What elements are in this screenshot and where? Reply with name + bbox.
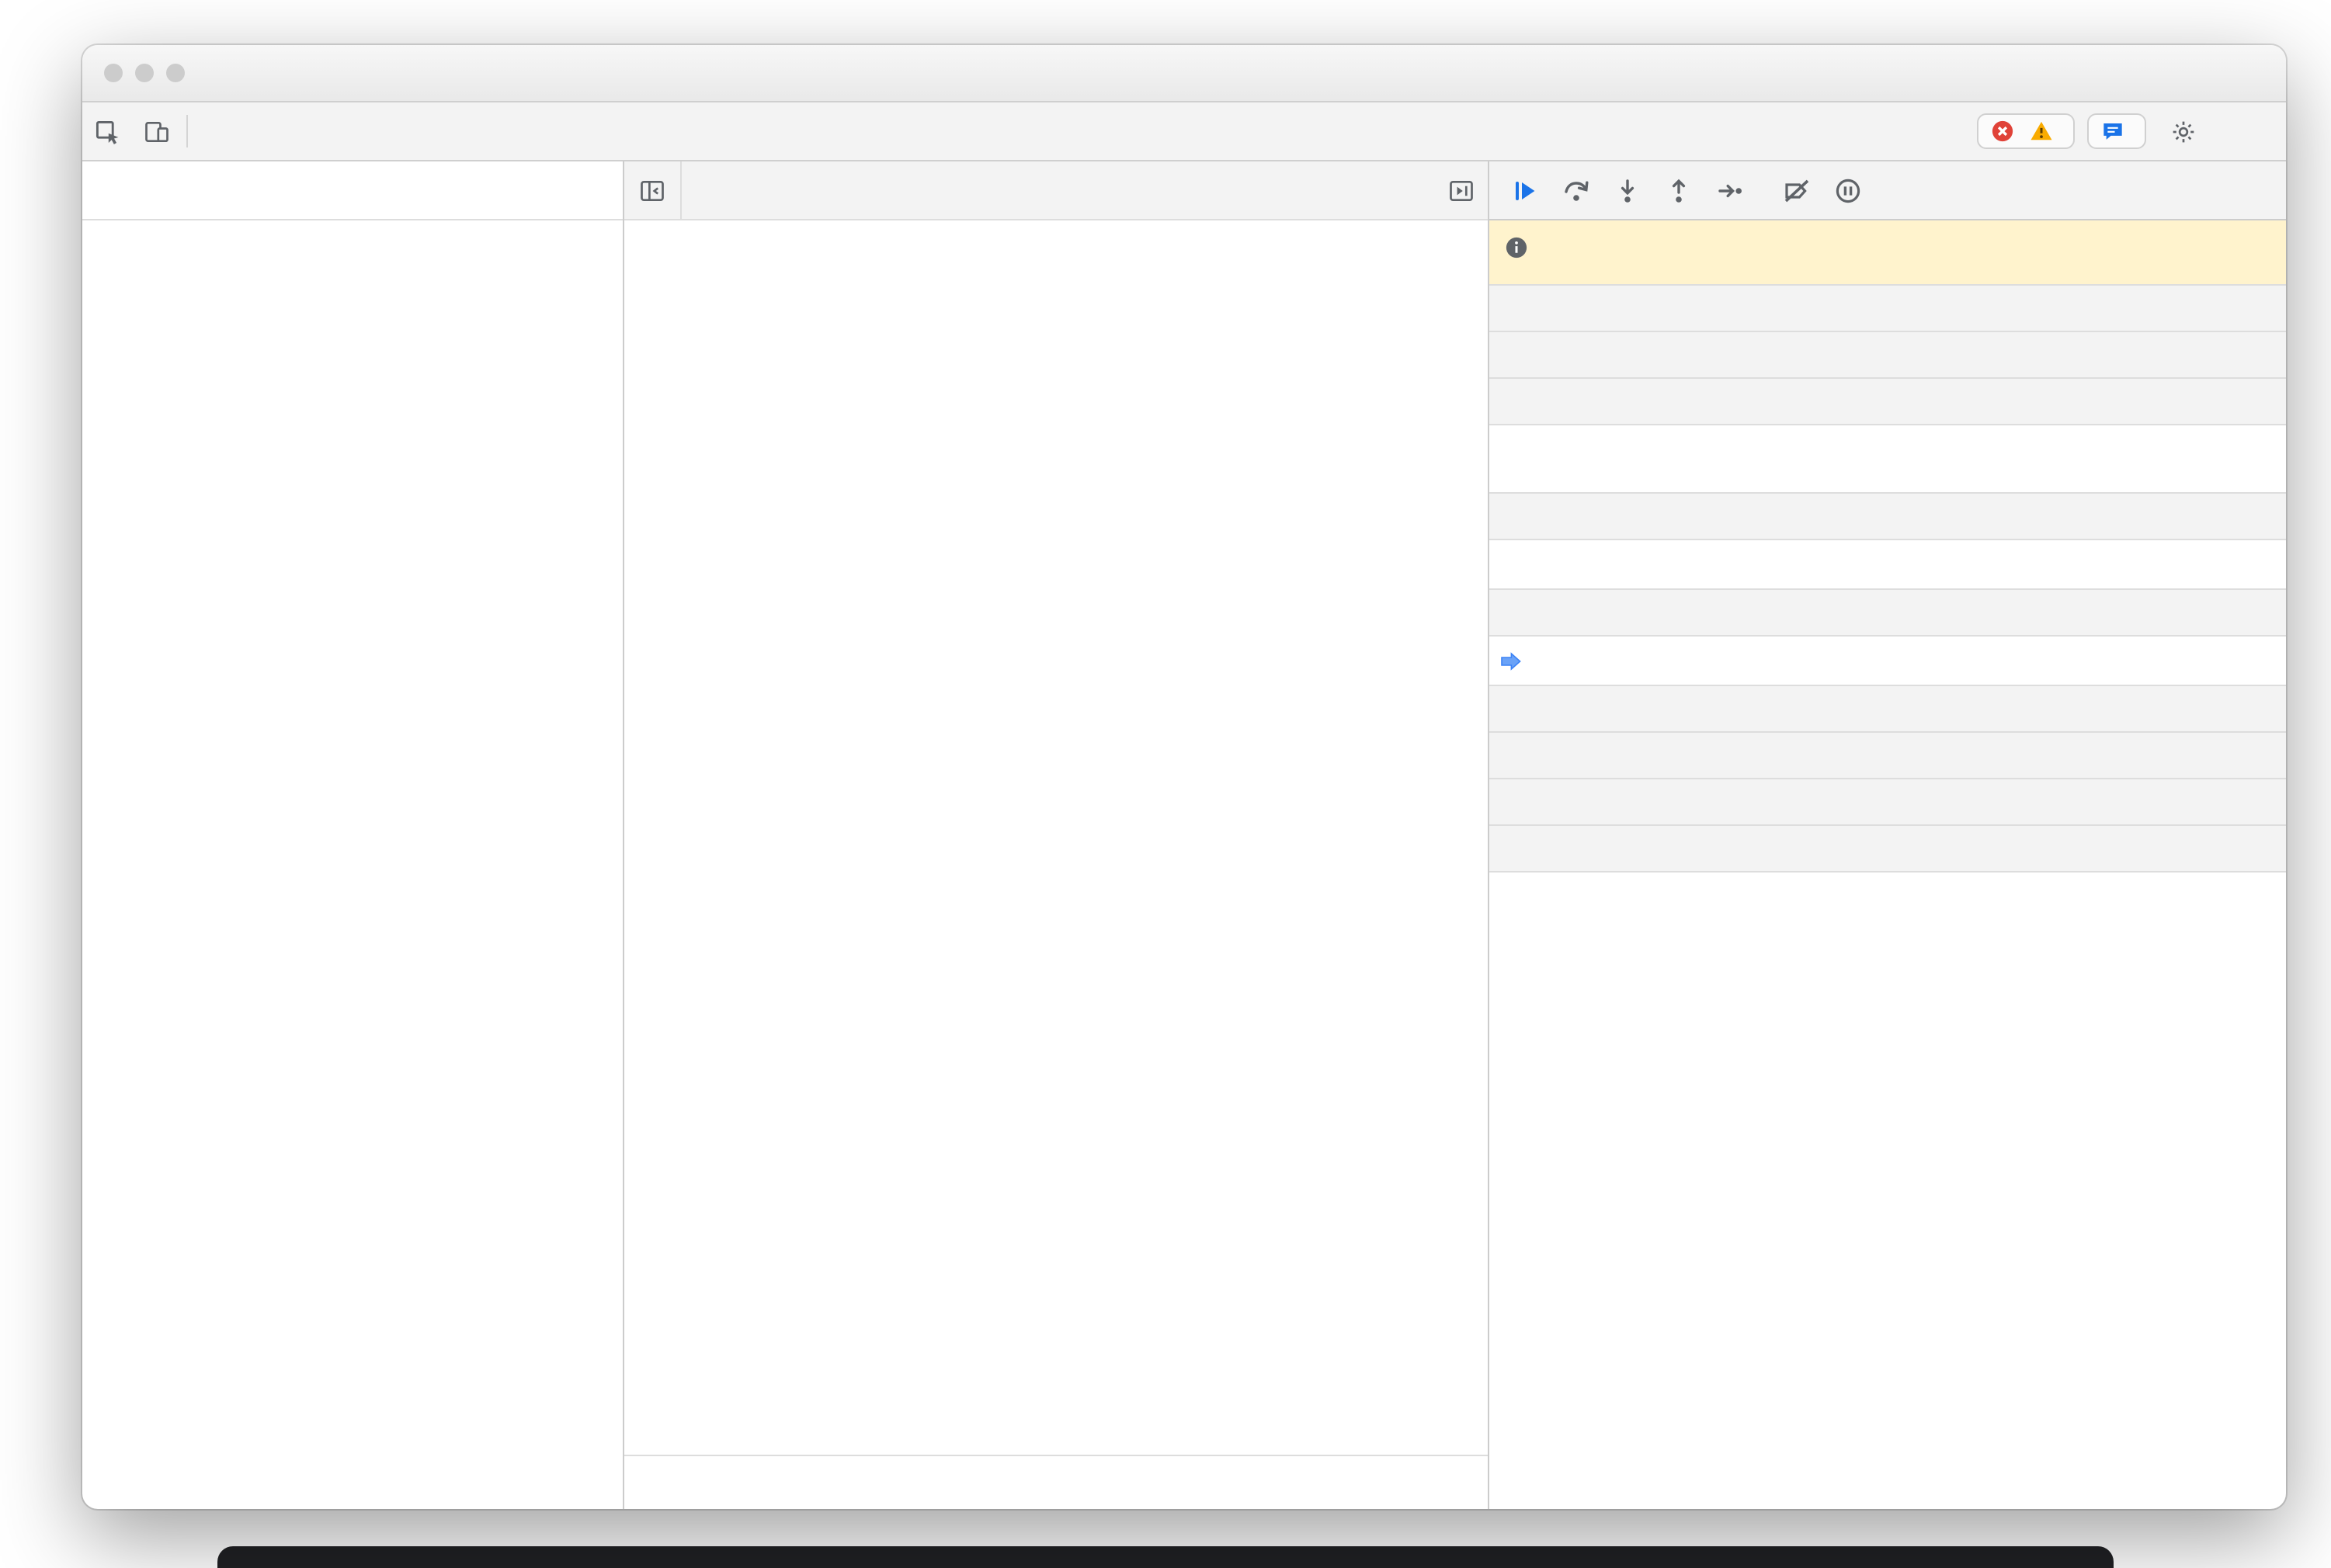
screenshot-stage [0, 0, 2331, 1568]
inspect-icon [96, 120, 119, 144]
deactivate-breakpoints-icon [1784, 179, 1809, 202]
paused-banner [1489, 220, 2286, 286]
toggle-navigator-icon [641, 179, 664, 201]
scope-global-row[interactable] [1489, 540, 2286, 590]
toolbar-right [1977, 102, 2286, 160]
debugger-toolbar [1489, 161, 2286, 220]
code-editor[interactable] [624, 220, 1488, 1455]
resume-button[interactable] [1502, 167, 1548, 213]
threads-section [1489, 284, 2286, 332]
issues-button[interactable] [2087, 113, 2146, 149]
warning-badge-icon [2031, 121, 2052, 140]
breakpoints-header[interactable] [1489, 377, 2286, 425]
editor-statusbar [624, 1455, 1488, 1509]
gear-icon [2173, 120, 2194, 142]
threads-header[interactable] [1489, 284, 2286, 332]
devtools-window [82, 45, 2286, 1509]
editor-panel [624, 161, 1489, 1509]
more-editors-button[interactable] [1447, 161, 1488, 219]
navigator-panel [82, 161, 624, 1509]
close-window-button[interactable] [104, 64, 123, 82]
navigator-tabs [82, 161, 623, 220]
no-breakpoints-message [1489, 425, 2286, 494]
debugger-sections [1489, 220, 2286, 1509]
watch-header[interactable] [1489, 331, 2286, 379]
step-icon [1718, 183, 1742, 197]
step-out-button[interactable] [1655, 167, 1702, 213]
editor-tabbar [624, 161, 1488, 220]
call-stack-section [1489, 588, 2286, 686]
info-icon [1506, 237, 1527, 258]
step-over-button[interactable] [1553, 167, 1600, 213]
pretty-print-button[interactable] [643, 1480, 658, 1486]
more-editors-icon [1450, 179, 1473, 201]
step-into-button[interactable] [1604, 167, 1651, 213]
breakpoints-section [1489, 377, 2286, 494]
xhr-breakpoints-header[interactable] [1489, 685, 2286, 733]
inspect-button[interactable] [82, 102, 132, 160]
error-badge-icon [1992, 120, 2013, 142]
console-status-button[interactable] [1977, 113, 2075, 149]
execution-arrow-icon [1501, 652, 1521, 671]
zoom-window-button[interactable] [166, 64, 185, 82]
step-button[interactable] [1707, 167, 1753, 213]
device-toolbar-icon [145, 120, 168, 142]
toggle-navigator-button[interactable] [624, 161, 682, 219]
step-into-icon [1621, 179, 1634, 202]
event-listener-breakpoints-header[interactable] [1489, 824, 2286, 872]
pause-on-exceptions-icon [1836, 178, 1860, 203]
device-toolbar-button[interactable] [132, 102, 182, 160]
call-stack-frame[interactable] [1489, 637, 2286, 686]
traffic-lights [82, 64, 185, 82]
toolbar-divider [186, 115, 188, 147]
call-stack-header[interactable] [1489, 588, 2286, 637]
issues-icon [2103, 123, 2122, 140]
minimize-window-button[interactable] [135, 64, 154, 82]
devtools-toolbar [82, 102, 2286, 161]
step-out-icon [1672, 178, 1686, 202]
dom-breakpoints-header[interactable] [1489, 731, 2286, 779]
pause-on-exceptions-button[interactable] [1825, 167, 1871, 213]
resume-icon [1516, 181, 1535, 199]
deactivate-breakpoints-button[interactable] [1773, 167, 1820, 213]
step-over-icon [1565, 180, 1589, 200]
file-tree [82, 220, 623, 233]
scope-header[interactable] [1489, 492, 2286, 540]
more-panels-icon[interactable] [193, 102, 224, 160]
event-listener-breakpoints-section [1489, 824, 2286, 872]
scope-section [1489, 492, 2286, 590]
settings-button[interactable] [2159, 117, 2208, 145]
window-titlebar [82, 45, 2286, 102]
debugger-panel [1489, 161, 2286, 1509]
devtools-content [82, 161, 2286, 1509]
global-listeners-header[interactable] [1489, 778, 2286, 826]
background-window-strip [217, 1546, 2114, 1568]
